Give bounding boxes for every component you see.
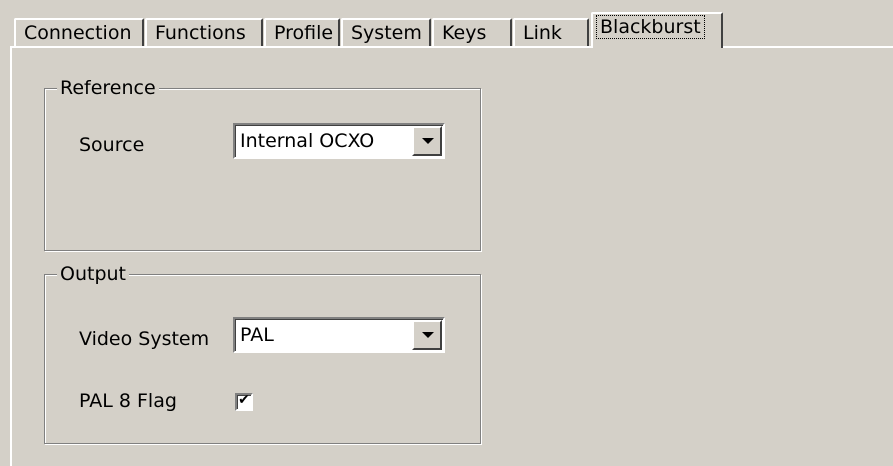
tab-keys[interactable]: Keys (432, 18, 512, 47)
tab-link-label: Link (523, 22, 562, 44)
chevron-down-icon (422, 332, 434, 338)
tab-system[interactable]: System (341, 18, 431, 47)
reference-group: Reference Source Internal OCXO (44, 76, 481, 251)
source-label: Source (79, 134, 145, 156)
chevron-down-icon (422, 138, 434, 144)
tab-functions[interactable]: Functions (145, 18, 263, 47)
output-group: Output Video System PAL PAL 8 Flag ✔ (44, 262, 481, 444)
tab-link[interactable]: Link (513, 18, 589, 47)
tab-connection-label: Connection (24, 22, 132, 44)
tab-page-blackburst: Reference Source Internal OCXO Output Vi… (10, 46, 893, 466)
tab-keys-label: Keys (442, 22, 487, 44)
video-system-select-value: PAL (240, 324, 274, 346)
tab-profile[interactable]: Profile (264, 18, 340, 47)
source-select-dropdown-button[interactable] (412, 126, 442, 156)
video-system-select-dropdown-button[interactable] (412, 320, 442, 350)
video-system-select[interactable]: PAL (233, 317, 445, 353)
tab-functions-label: Functions (155, 22, 246, 44)
source-select[interactable]: Internal OCXO (233, 123, 445, 159)
blackburst-settings-dialog: Connection Functions Profile System Keys… (0, 0, 893, 466)
tab-blackburst-label: Blackburst (596, 15, 705, 39)
tab-blackburst[interactable]: Blackburst (591, 12, 723, 48)
video-system-label: Video System (79, 328, 210, 350)
source-select-value: Internal OCXO (240, 130, 375, 152)
tab-connection[interactable]: Connection (14, 18, 144, 47)
pal8-flag-label: PAL 8 Flag (79, 390, 177, 412)
tab-profile-label: Profile (274, 22, 334, 44)
tab-system-label: System (351, 22, 422, 44)
pal8-flag-checkbox[interactable]: ✔ (235, 392, 253, 411)
output-group-title: Output (57, 262, 129, 286)
checkmark-icon: ✔ (238, 392, 250, 408)
reference-group-title: Reference (57, 76, 159, 100)
